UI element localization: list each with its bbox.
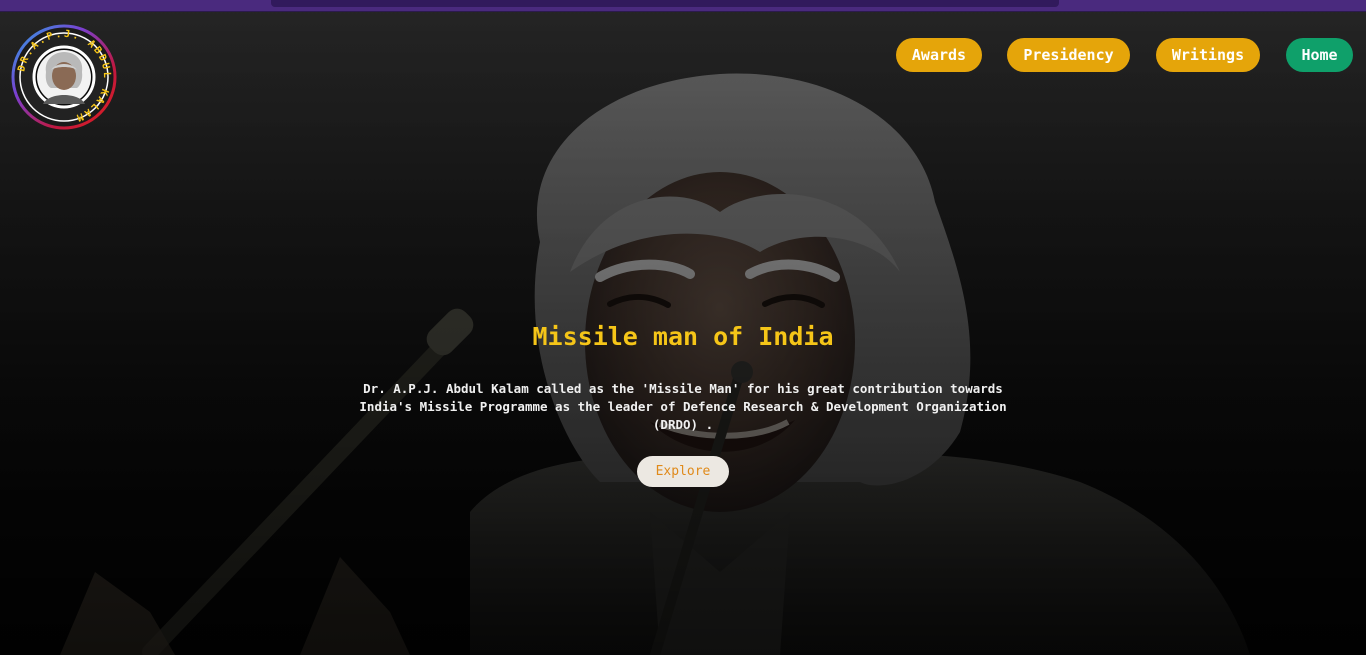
nav-home-button[interactable]: Home	[1286, 38, 1353, 72]
nav-presidency-button[interactable]: Presidency	[1007, 38, 1130, 72]
top-browser-strip	[0, 0, 1366, 12]
nav-writings-button[interactable]: Writings	[1156, 38, 1260, 72]
explore-button[interactable]: Explore	[637, 456, 729, 487]
hero-title: Missile man of India	[532, 322, 834, 351]
nav-awards-button[interactable]: Awards	[896, 38, 982, 72]
page: DR.A.P.J. ABDUL KALAM Awards Presidency …	[0, 0, 1366, 655]
top-strip-bar	[271, 0, 1059, 7]
hero-description: Dr. A.P.J. Abdul Kalam called as the 'Mi…	[359, 381, 1007, 432]
portrait-logo-icon[interactable]: DR.A.P.J. ABDUL KALAM	[11, 24, 117, 130]
